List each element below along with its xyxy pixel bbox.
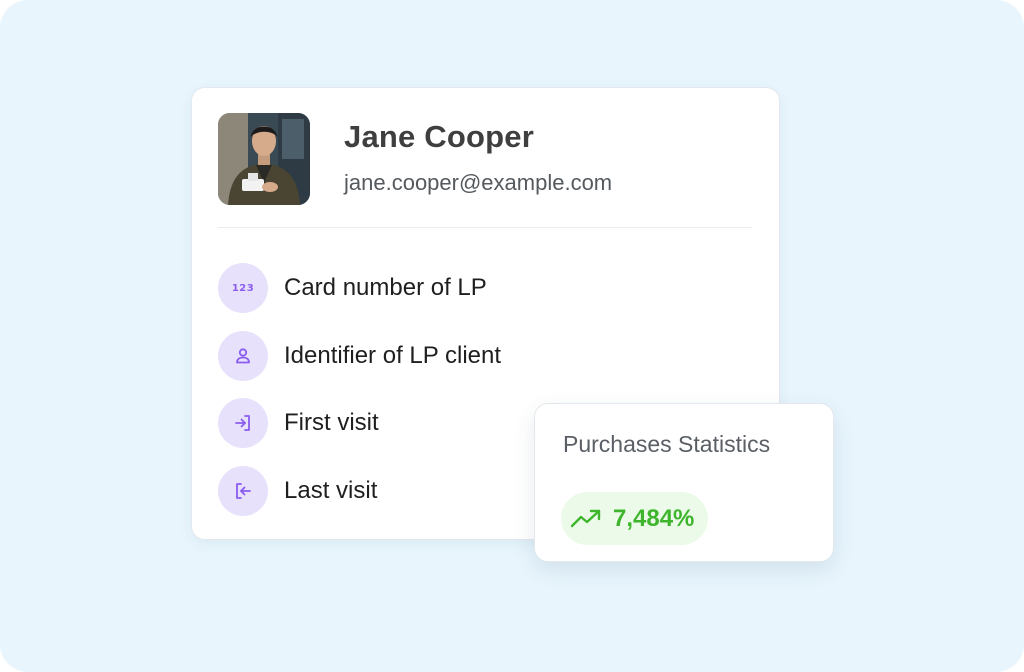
stats-value: 7,484% bbox=[613, 504, 695, 532]
field-item-first-visit: First visit bbox=[218, 398, 501, 448]
user-email: jane.cooper@example.com bbox=[344, 170, 613, 195]
trending-up-icon bbox=[570, 509, 601, 527]
field-label: Last visit bbox=[284, 476, 378, 504]
login-icon bbox=[218, 398, 268, 448]
user-icon bbox=[218, 330, 268, 381]
purchases-statistics-card: Purchases Statistics 7,484% bbox=[534, 403, 834, 562]
field-item-card-number: 123 Card number of LP bbox=[218, 263, 501, 313]
page-background: Jane Cooper jane.cooper@example.com 123 … bbox=[0, 0, 1024, 672]
logout-icon bbox=[218, 465, 268, 516]
number-123-icon: 123 bbox=[218, 263, 268, 313]
field-list: 123 Card number of LP Identifier of LP c… bbox=[218, 263, 501, 533]
field-item-identifier: Identifier of LP client bbox=[218, 330, 502, 381]
field-label: Card number of LP bbox=[284, 274, 487, 301]
stats-title: Purchases Statistics bbox=[563, 431, 771, 457]
user-name: Jane Cooper bbox=[344, 119, 534, 154]
avatar bbox=[218, 113, 310, 205]
field-item-last-visit: Last visit bbox=[218, 465, 501, 516]
stats-badge: 7,484% bbox=[561, 492, 709, 545]
field-label: Identifier of LP client bbox=[284, 341, 502, 369]
field-label: First visit bbox=[284, 409, 379, 436]
divider bbox=[218, 227, 752, 228]
